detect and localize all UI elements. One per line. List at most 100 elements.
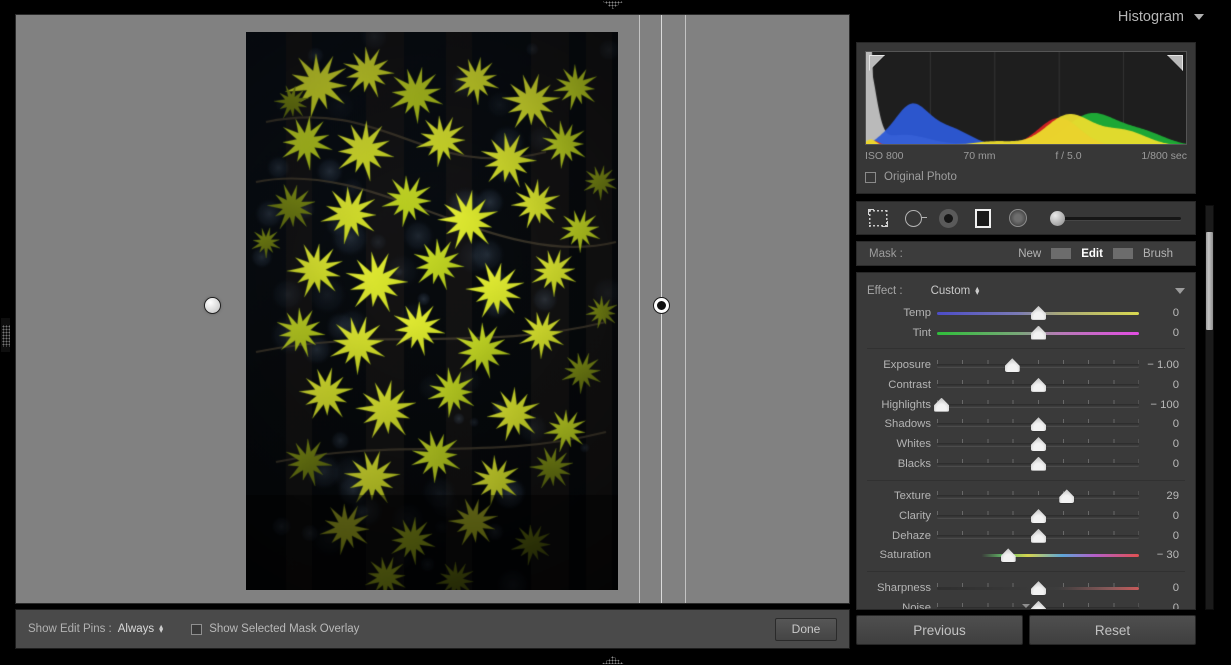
- top-panel-collapse-handle[interactable]: [602, 1, 624, 9]
- slider-knob-saturation[interactable]: [1001, 548, 1016, 562]
- stepper-icon: ▴▾: [975, 287, 979, 295]
- tool-size-slider[interactable]: [1046, 209, 1185, 227]
- checkbox-icon[interactable]: [191, 624, 202, 635]
- spot-removal-tool-icon[interactable]: [937, 207, 959, 229]
- mask-brush-button[interactable]: Brush: [1133, 248, 1183, 260]
- slider-value-dehaze[interactable]: 0: [1139, 530, 1185, 542]
- slider-value-shadows[interactable]: 0: [1139, 418, 1185, 430]
- histogram-panel: ISO 800 70 mm f / 5.0 1/800 sec Original…: [856, 42, 1196, 194]
- lightroom-window: Show Edit Pins : Always ▴▾ Show Selected…: [0, 0, 1231, 665]
- shutter-speed-value: 1/800 sec: [1141, 150, 1187, 162]
- effect-preset-dropdown[interactable]: Custom ▴▾: [931, 285, 980, 297]
- slider-row-exposure: Exposure − 1.00: [857, 355, 1195, 375]
- slider-value-tint[interactable]: 0: [1139, 327, 1185, 339]
- slider-value-exposure[interactable]: − 1.00: [1139, 359, 1185, 371]
- image-canvas[interactable]: [15, 14, 850, 604]
- slider-track-saturation[interactable]: [937, 548, 1139, 562]
- effect-value: Custom: [931, 285, 971, 297]
- slider-fill: [937, 404, 1139, 407]
- done-button[interactable]: Done: [775, 618, 837, 641]
- graduated-filter-line-outer-top[interactable]: [639, 15, 640, 603]
- mask-label: Mask :: [869, 248, 903, 260]
- slider-track-exposure[interactable]: [937, 358, 1139, 372]
- slider-value-sharpness[interactable]: 0: [1139, 582, 1185, 594]
- slider-value-texture[interactable]: 29: [1139, 490, 1185, 502]
- tool-size-slider-knob[interactable]: [1050, 211, 1065, 226]
- slider-track-contrast[interactable]: [937, 378, 1139, 392]
- slider-track-texture[interactable]: [937, 489, 1139, 503]
- edit-pin-selected[interactable]: [654, 298, 669, 313]
- crop-tool-icon[interactable]: [867, 207, 889, 229]
- graduated-filter-line-outer-bottom[interactable]: [685, 15, 686, 603]
- slider-row-dehaze: Dehaze0: [857, 526, 1195, 546]
- slider-row-clarity: Clarity0: [857, 506, 1195, 526]
- checkbox-icon[interactable]: [865, 172, 876, 183]
- slider-groups: Temp0Tint0Exposure− 1.00Contrast0Highlig…: [857, 303, 1195, 610]
- divider: [867, 348, 1185, 349]
- slider-value-temp[interactable]: 0: [1139, 307, 1185, 319]
- slider-value-clarity[interactable]: 0: [1139, 510, 1185, 522]
- slider-row-blacks: Blacks 0: [857, 454, 1195, 474]
- slider-value-contrast[interactable]: 0: [1139, 379, 1185, 391]
- iso-value: ISO 800: [865, 150, 904, 162]
- original-photo-toggle[interactable]: Original Photo: [865, 171, 957, 183]
- slider-value-blacks[interactable]: 0: [1139, 458, 1185, 470]
- slider-fill: [937, 495, 1139, 498]
- effect-panel-chevron-icon[interactable]: [1175, 288, 1185, 294]
- reset-button[interactable]: Reset: [1029, 615, 1196, 645]
- histogram-panel-header[interactable]: Histogram: [853, 0, 1231, 34]
- slider-ticks: [937, 400, 1139, 404]
- slider-knob-temp[interactable]: [1031, 306, 1046, 320]
- slider-track-shadows[interactable]: [937, 417, 1139, 431]
- mask-new-button[interactable]: New: [1008, 248, 1051, 260]
- healing-tool-icon[interactable]: [902, 207, 924, 229]
- slider-label-noise: Noise: [857, 602, 937, 610]
- slider-track-whites[interactable]: [937, 437, 1139, 451]
- slider-row-texture: Texture 29: [857, 487, 1195, 507]
- slider-ticks: [937, 360, 1139, 364]
- slider-value-saturation[interactable]: − 30: [1139, 549, 1185, 561]
- slider-track-clarity[interactable]: [937, 509, 1139, 523]
- graduated-filter-tool-icon[interactable]: [972, 207, 994, 229]
- slider-value-whites[interactable]: 0: [1139, 438, 1185, 450]
- slider-track-highlights[interactable]: [937, 398, 1139, 412]
- photo-preview[interactable]: [246, 32, 618, 590]
- show-edit-pins-label: Show Edit Pins :: [28, 623, 112, 635]
- slider-fill: [937, 554, 1139, 557]
- panel-expand-chevron-icon[interactable]: [1022, 604, 1030, 608]
- histogram-title: Histogram: [1118, 9, 1184, 25]
- slider-track-sharpness[interactable]: [937, 581, 1139, 595]
- slider-knob-tint[interactable]: [1031, 326, 1046, 340]
- mask-edit-button[interactable]: Edit: [1071, 248, 1113, 260]
- left-panel-grip-icon[interactable]: [2, 325, 10, 347]
- slider-ticks: [937, 491, 1139, 495]
- show-edit-pins-dropdown[interactable]: Always ▴▾: [118, 623, 163, 635]
- slider-label-texture: Texture: [857, 490, 937, 502]
- slider-track-temp[interactable]: [937, 306, 1139, 320]
- slider-label-blacks: Blacks: [857, 458, 937, 470]
- slider-track-blacks[interactable]: [937, 457, 1139, 471]
- histogram-graph[interactable]: [865, 51, 1187, 145]
- divider: [867, 480, 1185, 481]
- slider-value-noise[interactable]: 0: [1139, 602, 1185, 610]
- slider-row-tint: Tint0: [857, 323, 1195, 343]
- stepper-icon: ▴▾: [159, 625, 163, 633]
- edit-pin-unselected[interactable]: [205, 298, 220, 313]
- slider-value-highlights[interactable]: − 100: [1139, 399, 1185, 411]
- canvas-toolbar: Show Edit Pins : Always ▴▾ Show Selected…: [15, 609, 850, 649]
- slider-track-tint[interactable]: [937, 326, 1139, 340]
- adjustment-brush-tool-icon[interactable]: [1007, 207, 1029, 229]
- slider-track-dehaze[interactable]: [937, 529, 1139, 543]
- right-panel-scrollbar-thumb[interactable]: [1206, 232, 1213, 330]
- chevron-down-icon[interactable]: [1194, 14, 1204, 20]
- bottom-panel-collapse-handle[interactable]: [602, 656, 624, 664]
- slider-label-whites: Whites: [857, 438, 937, 450]
- previous-button[interactable]: Previous: [856, 615, 1023, 645]
- mask-overlay-toggle[interactable]: Show Selected Mask Overlay: [191, 623, 359, 635]
- mask-overlay-label: Show Selected Mask Overlay: [209, 623, 359, 635]
- slider-track-noise[interactable]: [937, 601, 1139, 610]
- right-edge-filler: [1214, 0, 1231, 665]
- slider-label-saturation: Saturation: [857, 549, 937, 561]
- slider-label-exposure: Exposure: [857, 359, 937, 371]
- mask-header-row: Mask : New Edit Brush: [856, 241, 1196, 266]
